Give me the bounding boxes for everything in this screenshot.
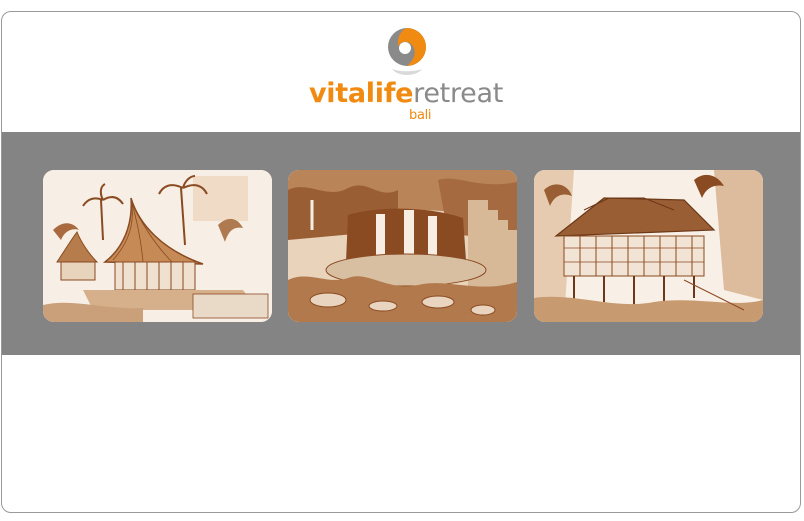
swirl-logo-icon [388,28,426,75]
brand-name-primary: vitalife [309,78,414,109]
gallery-image-pavilion[interactable] [43,170,272,322]
gallery-image-stilt-house[interactable] [534,170,763,322]
brand-wordmark: vitaliferetreat bali [309,78,509,128]
header: vitaliferetreat bali [2,12,800,132]
brand-location: bali [409,108,432,123]
gallery-image-waterfall[interactable] [288,170,517,322]
gallery-band [2,132,800,355]
brand-name-secondary: retreat [413,78,504,109]
page-frame: vitaliferetreat bali [1,11,801,513]
